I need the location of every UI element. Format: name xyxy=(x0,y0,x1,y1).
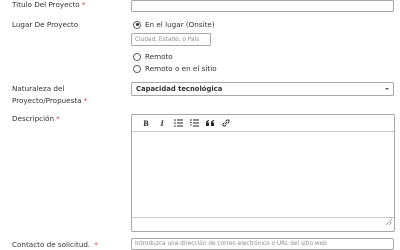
contacto-placeholder: Introduzca una dirección de correo elect… xyxy=(135,241,327,247)
radio-remoto-label: Remoto xyxy=(145,52,173,61)
location-input[interactable]: Ciudad, Estado, o País xyxy=(131,33,211,46)
required-mark: * xyxy=(56,114,60,123)
naturaleza-selected-value: Capacidad tecnológica xyxy=(136,85,223,93)
resize-handle-icon[interactable] xyxy=(385,210,393,229)
radio-remoto-o-sitio[interactable]: Remoto o en el sitio xyxy=(133,64,217,73)
contacto-input[interactable]: Introduzca una dirección de correo elect… xyxy=(131,238,394,250)
contacto-label: Contacto de solicitud. * xyxy=(12,240,98,250)
radio-remoto[interactable]: Remoto xyxy=(133,52,173,61)
editor-toolbar: B I xyxy=(132,115,394,132)
naturaleza-label: Naturaleza del Proyecto/Propuesta * xyxy=(12,84,87,106)
location-placeholder: Ciudad, Estado, o País xyxy=(135,36,200,43)
radio-onsite[interactable]: En el lugar (Onsite) xyxy=(133,20,215,29)
lugar-label: Lugar De Proyecto xyxy=(12,20,79,29)
radio-button[interactable] xyxy=(133,52,141,61)
bold-icon[interactable]: B xyxy=(138,117,154,129)
naturaleza-label-line1: Naturaleza del xyxy=(12,84,65,93)
required-mark: * xyxy=(94,240,98,249)
required-mark: * xyxy=(81,0,86,9)
link-icon[interactable] xyxy=(218,117,234,129)
naturaleza-select[interactable]: Capacidad tecnológica xyxy=(131,82,394,96)
naturaleza-label-line2-wrap: Proyecto/Propuesta * xyxy=(12,96,87,106)
titulo-label: Titulo Del Proyecto * xyxy=(12,0,85,10)
titulo-input[interactable] xyxy=(131,0,394,12)
titulo-label-text: Titulo Del Proyecto xyxy=(12,0,80,9)
chevron-down-icon xyxy=(385,88,389,90)
editor-status-bar xyxy=(132,217,394,231)
descripcion-label-text: Descripción xyxy=(12,114,55,123)
descripcion-editor: B I xyxy=(131,114,395,232)
required-mark: * xyxy=(83,96,88,105)
italic-icon[interactable]: I xyxy=(154,117,170,129)
contacto-label-text: Contacto de solicitud. xyxy=(12,240,91,249)
descripcion-label: Descripción * xyxy=(12,114,60,124)
quote-icon[interactable] xyxy=(202,117,218,129)
naturaleza-label-line2: Proyecto/Propuesta xyxy=(12,96,82,105)
radio-remoto-o-sitio-label: Remoto o en el sitio xyxy=(145,64,217,73)
radio-button-checked[interactable] xyxy=(133,20,141,29)
radio-button[interactable] xyxy=(133,64,141,73)
bulleted-list-icon[interactable] xyxy=(170,117,186,129)
radio-onsite-label: En el lugar (Onsite) xyxy=(145,20,215,29)
editor-text-area[interactable] xyxy=(132,132,394,217)
numbered-list-icon[interactable] xyxy=(186,117,202,129)
